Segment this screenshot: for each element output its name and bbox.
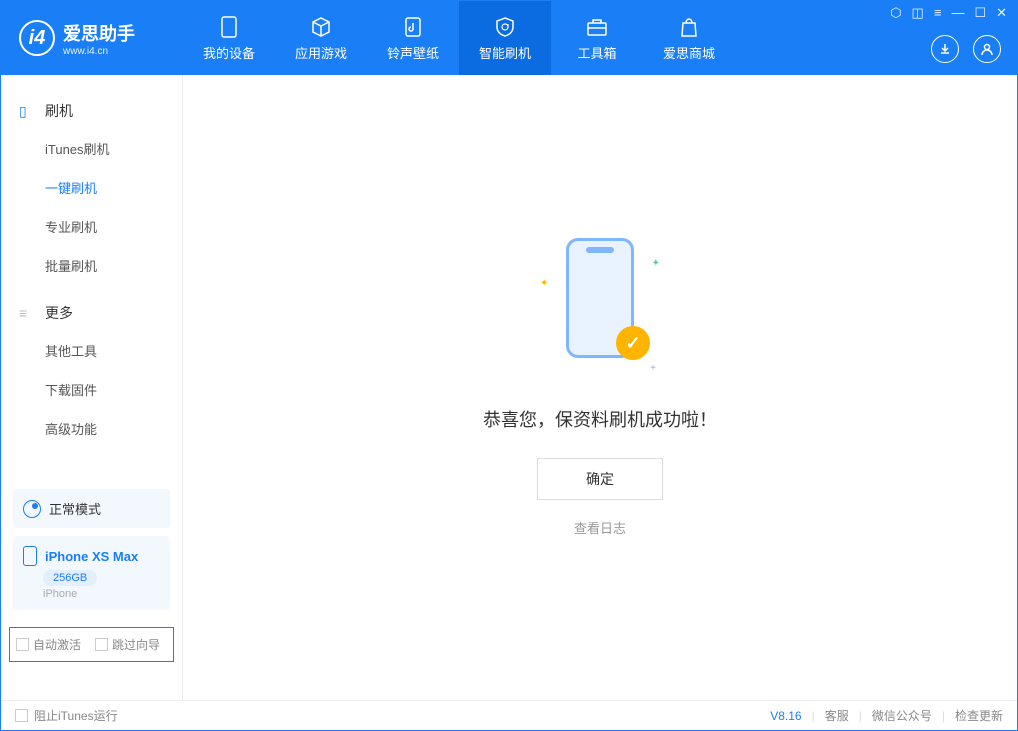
shirt-icon[interactable]: ⬡ xyxy=(890,5,901,21)
music-file-icon xyxy=(401,15,425,39)
device-mode-row[interactable]: 正常模式 xyxy=(13,489,170,528)
nav-ringtone-wallpaper[interactable]: 铃声壁纸 xyxy=(367,1,459,75)
device-capacity-badge: 256GB xyxy=(43,570,97,586)
cube-icon xyxy=(309,15,333,39)
nav-apps-games[interactable]: 应用游戏 xyxy=(275,1,367,75)
phone-icon: ▯ xyxy=(19,103,35,120)
sidebar-group-flash: ▯ 刷机 iTunes刷机 一键刷机 专业刷机 批量刷机 xyxy=(1,93,182,285)
footer-left: 阻止iTunes运行 xyxy=(15,707,118,724)
main-nav: 我的设备 应用游戏 铃声壁纸 智能刷机 工具箱 爱思商城 xyxy=(183,1,735,75)
wechat-link[interactable]: 微信公众号 xyxy=(872,707,932,724)
device-info-row[interactable]: iPhone XS Max 256GB iPhone xyxy=(13,536,170,610)
shield-sync-icon xyxy=(493,15,517,39)
nav-label: 爱思商城 xyxy=(663,43,715,62)
nav-toolbox[interactable]: 工具箱 xyxy=(551,1,643,75)
device-mode-label: 正常模式 xyxy=(49,499,101,518)
window-controls-top: ⬡ ◫ ≡ — ☐ ✕ xyxy=(890,5,1007,21)
checkbox-icon xyxy=(16,638,29,651)
support-link[interactable]: 客服 xyxy=(825,707,849,724)
nav-label: 应用游戏 xyxy=(295,43,347,62)
sidebar-item-batch-flash[interactable]: 批量刷机 xyxy=(1,246,182,285)
nav-label: 工具箱 xyxy=(577,43,616,62)
flash-options-row: 自动激活 跳过向导 xyxy=(9,627,174,662)
app-title: 爱思助手 xyxy=(63,20,135,46)
nav-smart-flash[interactable]: 智能刷机 xyxy=(459,1,551,75)
skip-guide-checkbox[interactable]: 跳过向导 xyxy=(95,636,160,653)
body-area: ▯ 刷机 iTunes刷机 一键刷机 专业刷机 批量刷机 ≡ 更多 其他工具 下… xyxy=(1,75,1017,700)
sidebar-item-download-firmware[interactable]: 下载固件 xyxy=(1,370,182,409)
checkbox-label: 跳过向导 xyxy=(112,636,160,653)
mode-icon xyxy=(23,500,41,518)
sidebar-item-oneclick-flash[interactable]: 一键刷机 xyxy=(1,168,182,207)
separator: | xyxy=(859,709,862,723)
sidebar-header-flash: ▯ 刷机 xyxy=(1,93,182,129)
logo-area: i4 爱思助手 www.i4.cn xyxy=(1,20,183,57)
main-content: ✦ ✦ + ✓ 恭喜您，保资料刷机成功啦！ 确定 查看日志 xyxy=(183,75,1017,700)
block-itunes-checkbox[interactable]: 阻止iTunes运行 xyxy=(15,707,118,724)
separator: | xyxy=(942,709,945,723)
list-icon: ≡ xyxy=(19,305,35,321)
lock-icon[interactable]: ◫ xyxy=(912,5,924,21)
menu-icon[interactable]: ≡ xyxy=(934,5,942,21)
user-button[interactable] xyxy=(973,35,1001,63)
app-logo-icon: i4 xyxy=(19,20,55,56)
success-illustration: ✦ ✦ + ✓ xyxy=(540,238,660,378)
maximize-button[interactable]: ☐ xyxy=(974,5,986,21)
close-button[interactable]: ✕ xyxy=(996,5,1007,21)
check-update-link[interactable]: 检查更新 xyxy=(955,707,1003,724)
status-bar: 阻止iTunes运行 V8.16 | 客服 | 微信公众号 | 检查更新 xyxy=(1,700,1017,730)
device-panel: 正常模式 iPhone XS Max 256GB iPhone xyxy=(13,489,170,618)
footer-right: V8.16 | 客服 | 微信公众号 | 检查更新 xyxy=(770,707,1003,724)
device-type: iPhone xyxy=(43,588,77,600)
checkbox-icon xyxy=(95,638,108,651)
sidebar-item-pro-flash[interactable]: 专业刷机 xyxy=(1,207,182,246)
separator: | xyxy=(812,709,815,723)
nav-label: 铃声壁纸 xyxy=(387,43,439,62)
confirm-button[interactable]: 确定 xyxy=(537,458,663,500)
nav-label: 智能刷机 xyxy=(479,43,531,62)
header-right-buttons xyxy=(931,35,1001,63)
sidebar-group-more: ≡ 更多 其他工具 下载固件 高级功能 xyxy=(1,295,182,448)
device-name: iPhone XS Max xyxy=(23,546,138,566)
logo-text: 爱思助手 www.i4.cn xyxy=(63,20,135,57)
nav-store[interactable]: 爱思商城 xyxy=(643,1,735,75)
sidebar-header-more: ≡ 更多 xyxy=(1,295,182,331)
checkbox-label: 阻止iTunes运行 xyxy=(34,707,118,724)
bag-icon xyxy=(677,15,701,39)
device-icon xyxy=(217,15,241,39)
sidebar-item-advanced[interactable]: 高级功能 xyxy=(1,409,182,448)
toolbox-icon xyxy=(585,15,609,39)
sidebar-group-title: 更多 xyxy=(45,303,73,323)
sidebar: ▯ 刷机 iTunes刷机 一键刷机 专业刷机 批量刷机 ≡ 更多 其他工具 下… xyxy=(1,75,183,700)
nav-label: 我的设备 xyxy=(203,43,255,62)
nav-my-device[interactable]: 我的设备 xyxy=(183,1,275,75)
view-log-link[interactable]: 查看日志 xyxy=(574,518,626,537)
checkbox-label: 自动激活 xyxy=(33,636,81,653)
sidebar-item-other-tools[interactable]: 其他工具 xyxy=(1,331,182,370)
download-button[interactable] xyxy=(931,35,959,63)
version-label: V8.16 xyxy=(770,709,801,723)
minimize-button[interactable]: — xyxy=(951,5,964,21)
sparkle-icon: + xyxy=(650,363,656,374)
app-subtitle: www.i4.cn xyxy=(63,46,135,57)
check-badge-icon: ✓ xyxy=(616,326,650,360)
sidebar-item-itunes-flash[interactable]: iTunes刷机 xyxy=(1,129,182,168)
sparkle-icon: ✦ xyxy=(652,258,660,269)
success-message: 恭喜您，保资料刷机成功啦！ xyxy=(483,406,717,432)
sparkle-icon: ✦ xyxy=(540,278,548,289)
checkbox-icon xyxy=(15,709,28,722)
app-header: i4 爱思助手 www.i4.cn 我的设备 应用游戏 铃声壁纸 智能刷机 工具… xyxy=(1,1,1017,75)
auto-activate-checkbox[interactable]: 自动激活 xyxy=(16,636,81,653)
sidebar-group-title: 刷机 xyxy=(45,101,73,121)
